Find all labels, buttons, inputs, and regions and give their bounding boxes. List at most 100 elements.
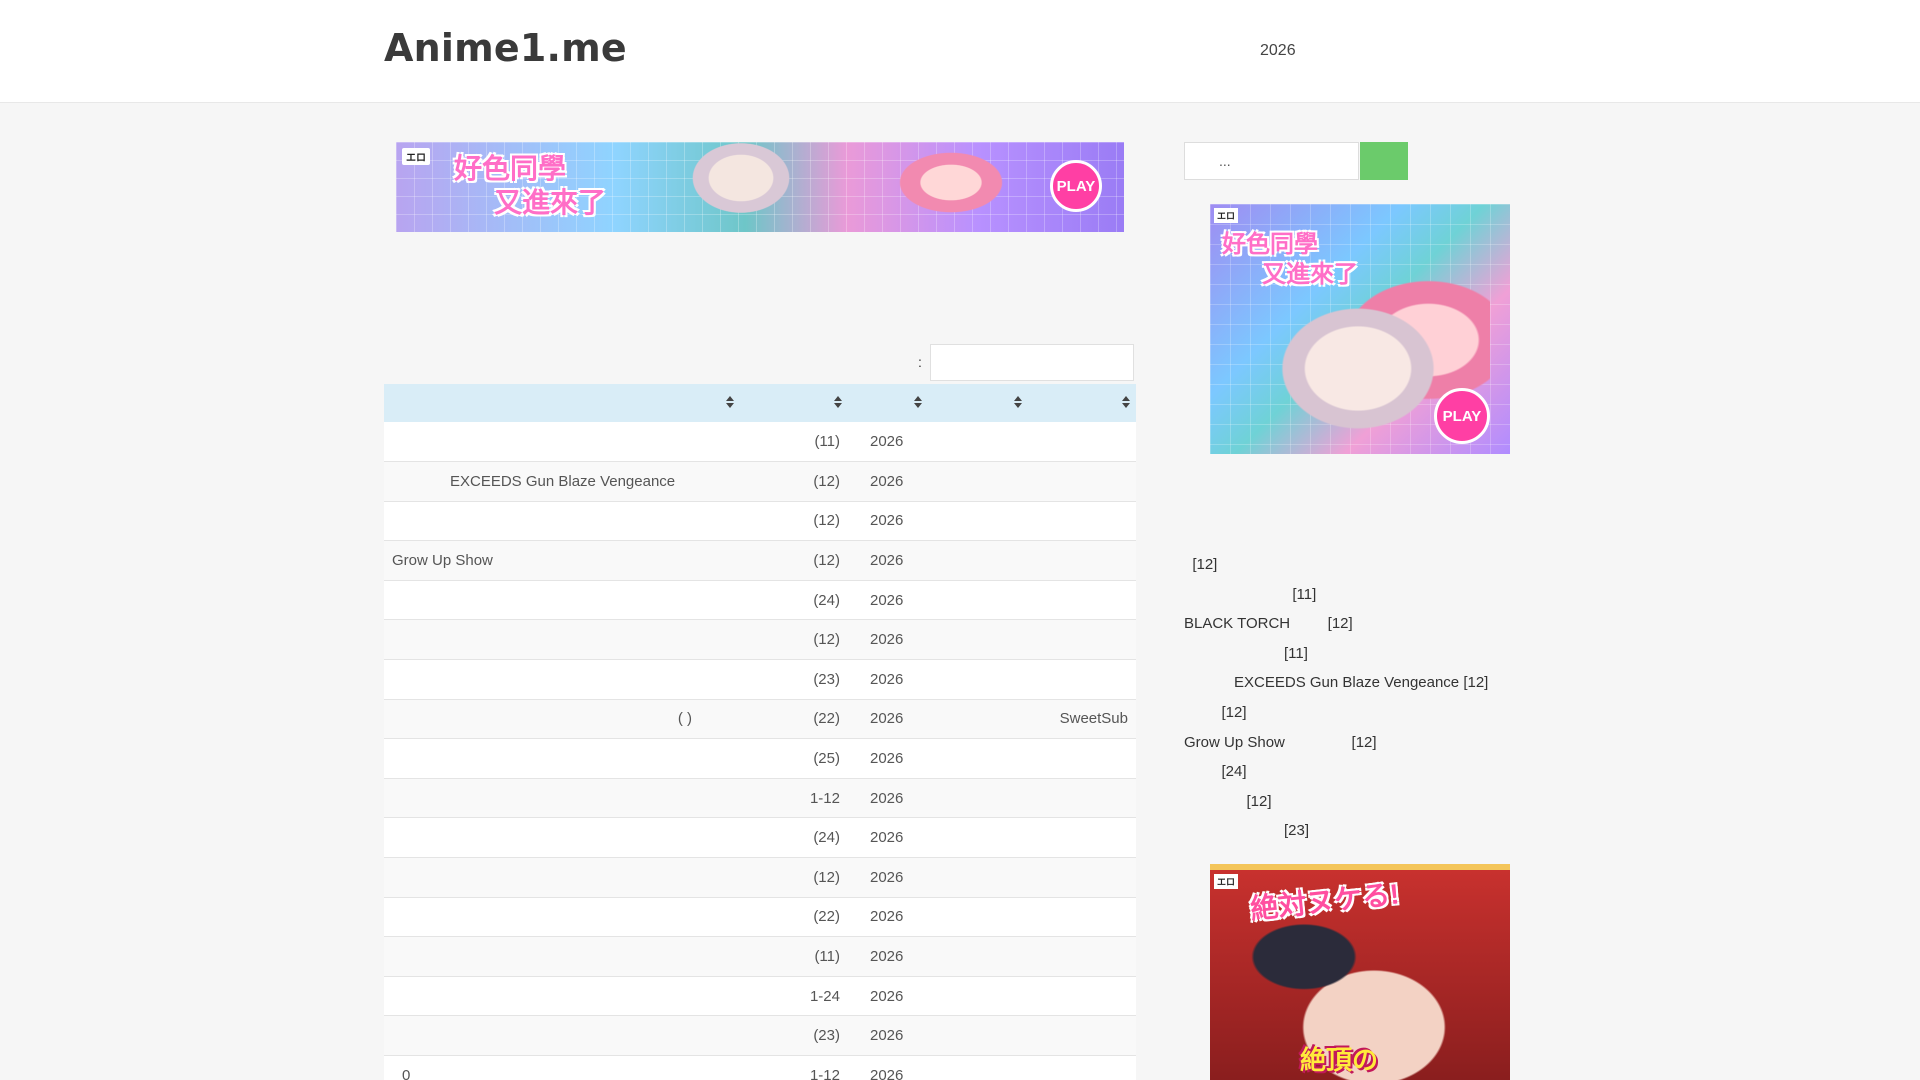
anime-title-link[interactable] <box>384 620 740 660</box>
sidebar-ad-2[interactable]: エロ 絶対ヌケる! 絶頂の <box>1210 864 1510 1080</box>
recent-anime-item[interactable]: [12] <box>1184 550 1524 580</box>
anime-title-link[interactable]: Grow Up Show <box>384 541 740 581</box>
banner-figure-left <box>666 142 816 232</box>
year-cell: 2026 <box>870 789 904 807</box>
column-header-season[interactable] <box>928 384 1028 422</box>
season-cell <box>928 1016 1028 1056</box>
year-cell: 2026 <box>870 552 904 570</box>
subtitle-group-cell <box>1028 897 1136 937</box>
table-row: Grow Up Show (12) 2026 <box>384 540 1136 581</box>
recent-anime-item[interactable]: [12] <box>1184 787 1524 817</box>
table-row: (24) 2026 <box>384 580 1136 620</box>
sidebar-ad-2-tag: エロ <box>1214 874 1239 889</box>
season-cell <box>928 778 1028 818</box>
sidebar-ad-title-line1: 好色同學 <box>1222 231 1318 258</box>
sidebar-ad-play-button[interactable]: PLAY <box>1434 388 1490 444</box>
subtitle-group-cell <box>1028 1016 1136 1056</box>
column-header-subtitle[interactable] <box>1028 384 1136 422</box>
anime-title-link[interactable] <box>384 937 740 977</box>
sidebar-ad-1[interactable]: エロ 好色同學 又進來了 PLAY <box>1210 204 1510 454</box>
column-header-name[interactable] <box>384 384 740 422</box>
table-row: 0 1-12 2026 <box>384 1055 1136 1080</box>
recent-anime-item[interactable]: BLACK TORCH [12] <box>1184 609 1524 639</box>
anime-title-link[interactable] <box>384 422 740 462</box>
table-row: EXCEEDS Gun Blaze Vengeance (12) 2026 <box>384 461 1136 502</box>
anime-title-link[interactable] <box>384 897 740 937</box>
banner-title: 好色同學 又進來了 <box>454 152 606 220</box>
anime-title-link[interactable] <box>384 1016 740 1056</box>
anime-title-link[interactable] <box>384 580 740 620</box>
subtitle-group-cell <box>1028 937 1136 977</box>
recent-anime-item[interactable]: [11] <box>1184 580 1524 610</box>
season-cell <box>928 541 1028 581</box>
season-cell <box>928 580 1028 620</box>
subtitle-group-cell <box>1028 462 1136 502</box>
sort-icon <box>1014 396 1022 410</box>
column-header-episodes[interactable] <box>740 384 848 422</box>
recent-anime-item[interactable]: [11] <box>1184 639 1524 669</box>
recent-anime-item[interactable]: [24] <box>1184 757 1524 787</box>
table-row: (11) 2026 <box>384 936 1136 977</box>
episode-count: 1-12 <box>809 789 840 807</box>
season-cell <box>928 937 1028 977</box>
table-row: (25) 2026 <box>384 738 1136 779</box>
banner-play-button[interactable]: PLAY <box>1050 160 1102 212</box>
sort-icon <box>834 396 842 410</box>
table-row: (12) 2026 <box>384 619 1136 660</box>
table-filter-input[interactable] <box>930 344 1134 381</box>
anime-title-link[interactable] <box>384 778 740 818</box>
recent-anime-item[interactable]: Grow Up Show [12] <box>1184 728 1524 758</box>
year-cell: 2026 <box>870 908 904 926</box>
episode-count: (12) <box>813 472 840 490</box>
episode-count: (23) <box>813 670 840 688</box>
subtitle-group-cell <box>1028 541 1136 581</box>
sidebar-ad-2-subtitle: 絶頂の <box>1300 1045 1379 1075</box>
year-cell: 2026 <box>870 472 904 490</box>
anime-title-link[interactable] <box>384 501 740 541</box>
nav-year-link[interactable]: 2026 <box>1260 42 1296 60</box>
episode-count: (23) <box>813 1027 840 1045</box>
year-cell: 2026 <box>870 1066 904 1080</box>
top-banner-ad[interactable]: エロ 好色同學 又進來了 PLAY <box>396 142 1124 232</box>
sidebar-search-button[interactable] <box>1360 142 1408 180</box>
anime-title-link[interactable] <box>384 818 740 858</box>
sidebar-ad-tag: エロ <box>1214 208 1239 223</box>
subtitle-group-cell: SweetSub <box>1059 710 1128 728</box>
episode-count: (12) <box>813 512 840 530</box>
recent-anime-item[interactable]: [23] <box>1184 816 1524 846</box>
season-cell <box>928 501 1028 541</box>
season-cell <box>928 739 1028 779</box>
anime-title-link[interactable]: ( ) <box>384 699 740 739</box>
year-cell: 2026 <box>870 710 904 728</box>
anime-title-link[interactable]: 0 <box>384 1056 740 1080</box>
episode-count: (12) <box>813 868 840 886</box>
table-row: (12) 2026 <box>384 501 1136 541</box>
subtitle-group-cell <box>1028 976 1136 1016</box>
episode-count: (22) <box>813 710 840 728</box>
table-row: 1-24 2026 <box>384 976 1136 1016</box>
year-cell: 2026 <box>870 829 904 847</box>
recent-anime-list: [12] [11] BLACK TORCH [12] [11] EXCEEDS G… <box>1184 550 1524 846</box>
site-title[interactable]: Anime1.me <box>384 26 627 70</box>
banner-figure-right <box>866 142 1036 232</box>
anime-title-link[interactable] <box>384 858 740 898</box>
season-cell <box>928 462 1028 502</box>
banner-title-line1: 好色同學 <box>454 153 567 184</box>
banner-title-line2: 又進來了 <box>494 187 607 218</box>
anime-title-link[interactable] <box>384 739 740 779</box>
season-cell <box>928 699 1028 739</box>
season-cell <box>928 897 1028 937</box>
recent-anime-item[interactable]: EXCEEDS Gun Blaze Vengeance [12] <box>1184 668 1524 698</box>
anime-title-link[interactable] <box>384 660 740 700</box>
recent-anime-item[interactable]: [12] <box>1184 698 1524 728</box>
column-header-year[interactable] <box>848 384 928 422</box>
sidebar-ad-title-line2: 又進來了 <box>1262 261 1358 288</box>
table-row: (12) 2026 <box>384 857 1136 898</box>
sidebar-search-input[interactable]: ... <box>1184 142 1359 180</box>
year-cell: 2026 <box>870 512 904 530</box>
anime-title-link[interactable] <box>384 976 740 1016</box>
table-row: (23) 2026 <box>384 1015 1136 1056</box>
anime-title-link[interactable]: EXCEEDS Gun Blaze Vengeance <box>384 462 740 502</box>
table-row: (11) 2026 <box>384 422 1136 462</box>
season-cell <box>928 858 1028 898</box>
